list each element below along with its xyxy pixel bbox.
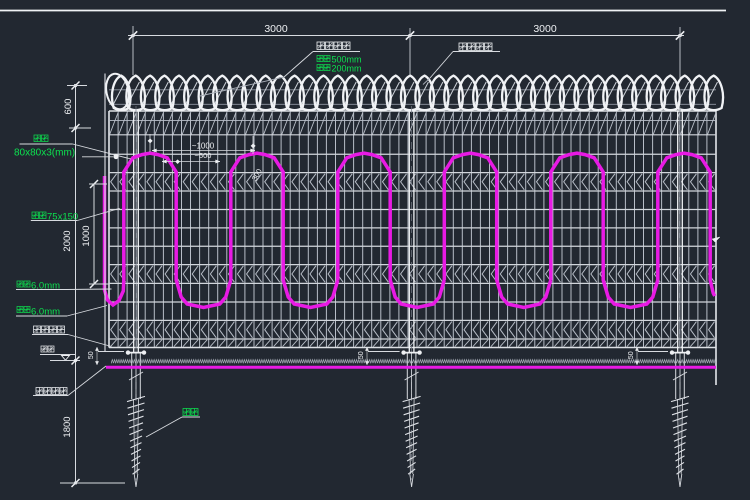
svg-text:80x80x3(mm): 80x80x3(mm) bbox=[14, 148, 75, 159]
svg-text:200mm: 200mm bbox=[332, 64, 362, 74]
svg-text:50: 50 bbox=[628, 351, 635, 359]
svg-text:~500: ~500 bbox=[195, 151, 212, 160]
svg-text:50: 50 bbox=[88, 351, 95, 359]
svg-text:3000: 3000 bbox=[264, 23, 288, 35]
svg-text:1000: 1000 bbox=[81, 225, 92, 246]
svg-text:1800: 1800 bbox=[62, 416, 73, 437]
svg-text:2000: 2000 bbox=[62, 230, 73, 251]
svg-text:~1000: ~1000 bbox=[192, 142, 215, 151]
svg-text:50: 50 bbox=[358, 351, 365, 359]
svg-text:3000: 3000 bbox=[533, 23, 557, 35]
svg-text:600: 600 bbox=[63, 99, 74, 115]
